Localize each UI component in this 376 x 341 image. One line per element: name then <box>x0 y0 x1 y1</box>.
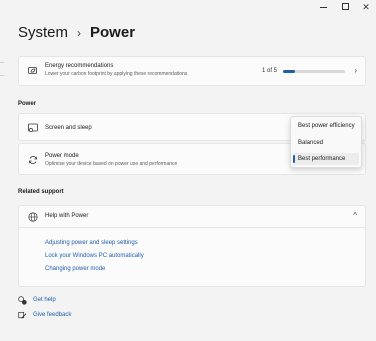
link-lock-windows-pc[interactable]: Lock your Windows PC automatically <box>45 253 144 259</box>
chevron-right-icon: › <box>354 66 357 75</box>
minimize-icon <box>319 7 327 8</box>
help-with-power-header[interactable]: Help with Power ^ <box>19 206 365 228</box>
minimize-button[interactable] <box>316 1 330 13</box>
energy-progress-bar <box>283 70 345 73</box>
close-icon: ✕ <box>362 2 370 12</box>
breadcrumb: System › Power <box>18 24 135 41</box>
energy-progress-fill <box>283 70 296 73</box>
help-with-power-card: Help with Power ^ Adjusting power and sl… <box>18 205 366 287</box>
get-help-link[interactable]: Get help <box>18 295 56 305</box>
option-best-power-efficiency[interactable]: Best power efficiency <box>298 123 355 129</box>
screen-sleep-title: Screen and sleep <box>45 125 92 131</box>
give-feedback-label: Give feedback <box>33 312 72 318</box>
sidebar-edge <box>0 62 4 76</box>
get-help-icon <box>18 295 27 305</box>
get-help-label: Get help <box>33 297 56 303</box>
link-adjusting-power-sleep[interactable]: Adjusting power and sleep settings <box>45 240 138 246</box>
power-mode-icon <box>29 156 37 164</box>
page-title: Power <box>90 24 136 41</box>
feedback-icon <box>18 311 27 319</box>
chevron-up-icon: ^ <box>353 211 357 220</box>
link-changing-power-mode[interactable]: Changing power mode <box>45 266 105 272</box>
power-mode-dropdown[interactable]: Best power efficiency Balanced Best perf… <box>290 116 362 168</box>
energy-title: Energy recommendations <box>45 63 114 69</box>
maximize-icon <box>341 3 349 10</box>
power-mode-subtitle: Optimise your device based on power use … <box>45 161 178 167</box>
energy-leaf-icon <box>28 67 37 74</box>
close-button[interactable]: ✕ <box>359 1 373 13</box>
power-mode-title: Power mode <box>45 153 79 159</box>
help-with-power-title: Help with Power <box>45 213 89 219</box>
energy-recommendations-card[interactable]: Energy recommendations Lower your carbon… <box>18 56 366 86</box>
related-support-label: Related support <box>18 189 64 195</box>
energy-count: 1 of 5 <box>262 68 278 74</box>
power-section-label: Power <box>18 101 37 107</box>
title-bar: ✕ <box>0 0 376 14</box>
globe-icon <box>28 212 38 222</box>
breadcrumb-separator: › <box>77 25 82 40</box>
option-balanced[interactable]: Balanced <box>298 140 323 146</box>
option-best-performance[interactable]: Best performance <box>298 156 345 162</box>
give-feedback-link[interactable]: Give feedback <box>18 310 71 320</box>
selection-indicator <box>293 155 295 163</box>
energy-subtitle: Lower your carbon footprint by applying … <box>45 71 188 77</box>
screen-sleep-icon <box>28 123 38 132</box>
maximize-button[interactable] <box>338 1 352 13</box>
breadcrumb-system[interactable]: System <box>18 24 68 41</box>
